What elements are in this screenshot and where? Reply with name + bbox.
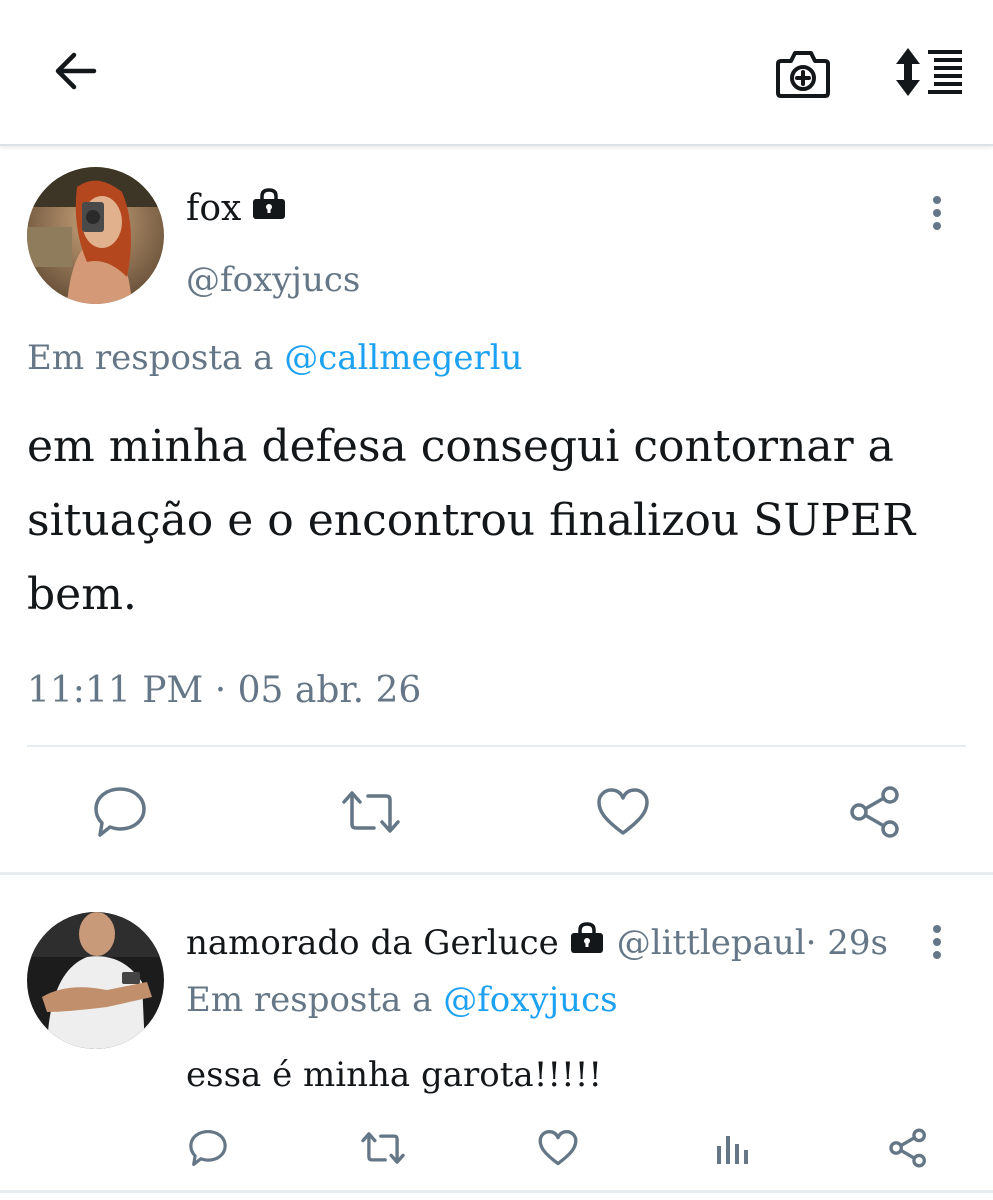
reply-context: Em resposta a @callmegerlu [27,336,523,380]
avatar[interactable] [27,167,164,304]
sort-list-icon [896,48,962,96]
more-vertical-icon [933,925,941,959]
camera-plus-icon [776,51,830,98]
more-options-button[interactable] [922,188,952,238]
reply-reply-prefix: Em resposta a [186,980,433,1020]
like-icon [538,1130,578,1166]
like-icon [597,788,649,835]
sort-button[interactable] [892,42,966,102]
retweet-icon [342,791,400,833]
back-button[interactable] [44,40,106,102]
reply-share-button[interactable] [886,1124,930,1172]
reply-icon [189,1129,227,1167]
reply-header[interactable]: namorado da Gerluce @littlepaul · 29s [186,920,888,966]
reply-reply-mention-link[interactable]: @foxyjucs [443,980,617,1020]
camera-button[interactable] [772,42,834,104]
reply-button[interactable] [90,784,150,840]
arrow-left-icon [55,52,97,90]
reply-icon [94,787,146,837]
display-name-row[interactable]: fox [186,186,287,232]
retweet-icon [361,1132,405,1164]
share-icon [850,786,899,838]
reply-prefix: Em resposta a [27,338,274,378]
handle[interactable]: @foxyjucs [186,258,360,302]
like-button[interactable] [594,784,652,840]
reply-more-options-button[interactable] [922,917,952,967]
reply-avatar[interactable] [27,912,164,1049]
reply-reply-context: Em resposta a @foxyjucs [186,977,618,1023]
display-name: fox [186,188,242,229]
avatar-photo [27,167,164,304]
lock-icon [569,920,605,966]
reply-text: essa é minha garota!!!!! [186,1055,603,1095]
reply-handle: @littlepaul [616,923,806,963]
retweet-button[interactable] [338,784,404,840]
more-vertical-icon [933,196,941,230]
stats-icon [717,1136,748,1164]
reply-like-button[interactable] [536,1126,580,1170]
divider [27,745,966,747]
top-app-bar [0,0,993,146]
reply-mention-link[interactable]: @callmegerlu [284,338,522,378]
bottom-separator [0,1190,993,1193]
reply-avatar-photo [27,912,164,1049]
lock-icon [251,186,287,232]
timestamp: 11:11 PM · 05 abr. 26 [27,670,422,711]
reply-reply-button[interactable] [186,1126,230,1170]
reply-retweet-button[interactable] [358,1126,408,1170]
section-separator [0,872,993,875]
share-button[interactable] [846,782,904,842]
reply-display-name: namorado da Gerluce [186,923,559,963]
reply-stats-button[interactable] [712,1126,752,1170]
tweet-text: em minha defesa consegui contornar a sit… [27,421,916,620]
share-icon [889,1128,926,1168]
reply-time: · 29s [805,923,888,963]
